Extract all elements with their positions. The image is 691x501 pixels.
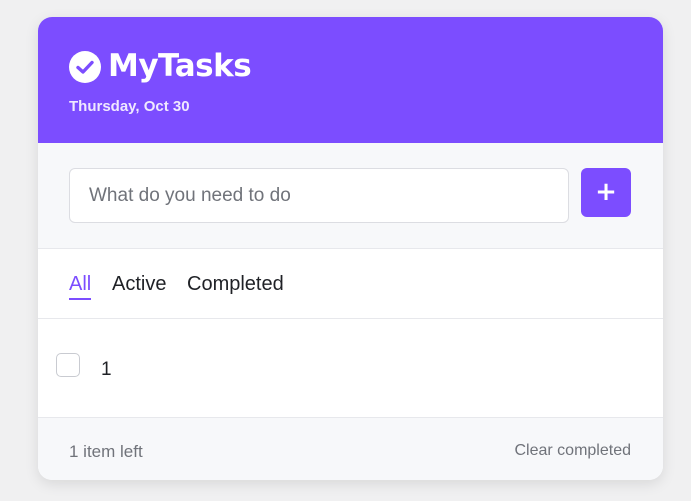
- tab-active[interactable]: Active: [112, 271, 166, 297]
- tab-completed[interactable]: Completed: [187, 271, 284, 297]
- items-left-count: 1 item left: [69, 442, 143, 461]
- tab-all[interactable]: All: [69, 271, 92, 300]
- current-date: Thursday, Oct 30: [69, 98, 190, 115]
- clear-completed-button[interactable]: Clear completed: [515, 440, 632, 462]
- task-list: 1: [38, 319, 663, 417]
- new-task-row: +: [38, 143, 663, 249]
- task-label: 1: [101, 359, 112, 380]
- new-task-input[interactable]: [69, 168, 569, 223]
- filter-tabs: All Active Completed: [38, 249, 663, 319]
- add-task-button[interactable]: +: [581, 168, 631, 217]
- todo-card: MyTasks Thursday, Oct 30 + All Active Co…: [38, 17, 663, 480]
- task-checkbox[interactable]: [56, 353, 80, 377]
- check-circle-icon: [69, 51, 101, 83]
- app-header: MyTasks Thursday, Oct 30: [38, 17, 663, 143]
- list-footer: 1 item left Clear completed: [38, 417, 663, 480]
- app-title: MyTasks: [108, 48, 252, 84]
